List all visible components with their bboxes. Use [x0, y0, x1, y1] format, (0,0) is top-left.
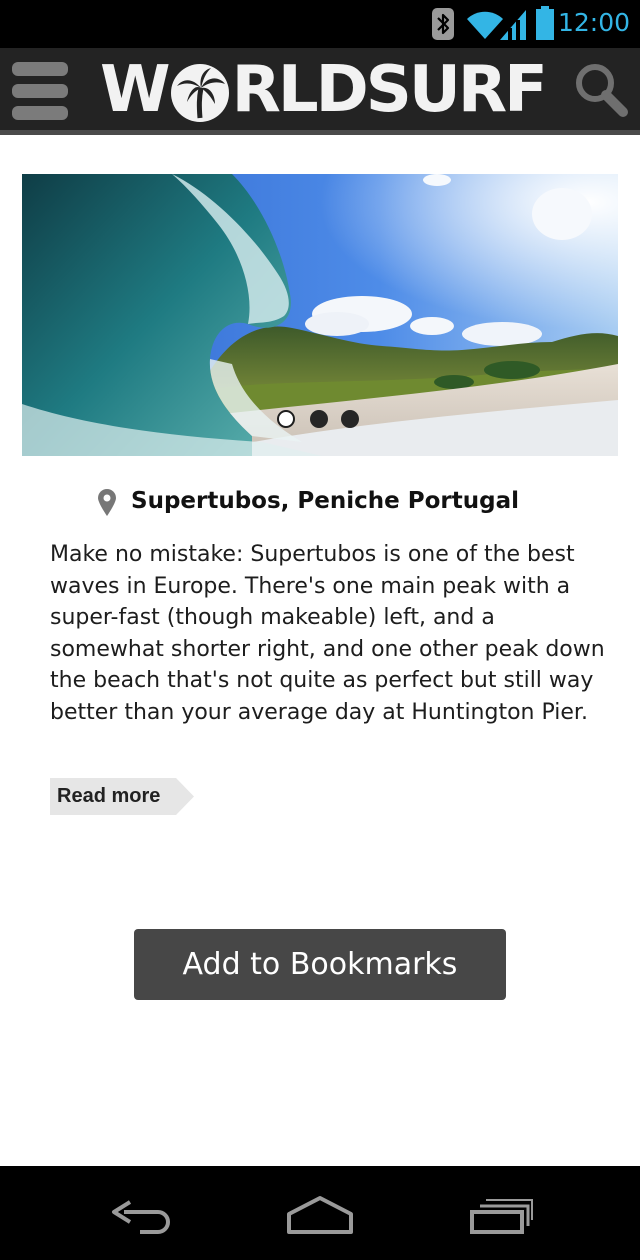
spot-title: Supertubos, Peniche Portugal [131, 488, 519, 514]
spot-description: Make no mistake: Supertubos is one of th… [50, 542, 605, 725]
read-more-label: Read more [57, 785, 161, 807]
hamburger-bar [12, 84, 68, 98]
add-to-bookmarks-button[interactable]: Add to Bookmarks [134, 929, 506, 1000]
system-nav-bar [0, 1166, 640, 1260]
hamburger-menu-icon [12, 62, 68, 76]
app-logo: W RLDSURF [100, 50, 548, 130]
signal-icon [500, 10, 526, 40]
bluetooth-icon [432, 8, 454, 40]
map-pin-icon [98, 489, 116, 516]
menu-button[interactable] [12, 62, 68, 120]
read-more-button[interactable]: Read more [50, 778, 194, 815]
carousel-dot-3[interactable] [341, 410, 359, 428]
search-icon [576, 64, 628, 117]
recent-apps-button[interactable] [460, 1184, 550, 1244]
logo-text-right: RLDSURF [231, 53, 548, 127]
home-button[interactable] [275, 1184, 365, 1244]
palm-globe-icon [170, 64, 229, 123]
carousel-dot-1[interactable] [277, 410, 295, 428]
status-clock: 12:00 [557, 8, 630, 37]
recent-apps-icon [470, 1199, 533, 1234]
search-button[interactable] [574, 62, 628, 118]
logo-text-left: W [100, 53, 171, 127]
carousel-indicators [0, 410, 640, 430]
hamburger-bar [12, 106, 68, 120]
back-icon [112, 1200, 170, 1234]
back-button[interactable] [100, 1184, 190, 1244]
status-bar: 12:00 [0, 0, 640, 48]
battery-icon [536, 6, 554, 40]
header-divider [0, 130, 640, 135]
carousel-dot-2[interactable] [310, 410, 328, 428]
home-icon [287, 1196, 353, 1234]
